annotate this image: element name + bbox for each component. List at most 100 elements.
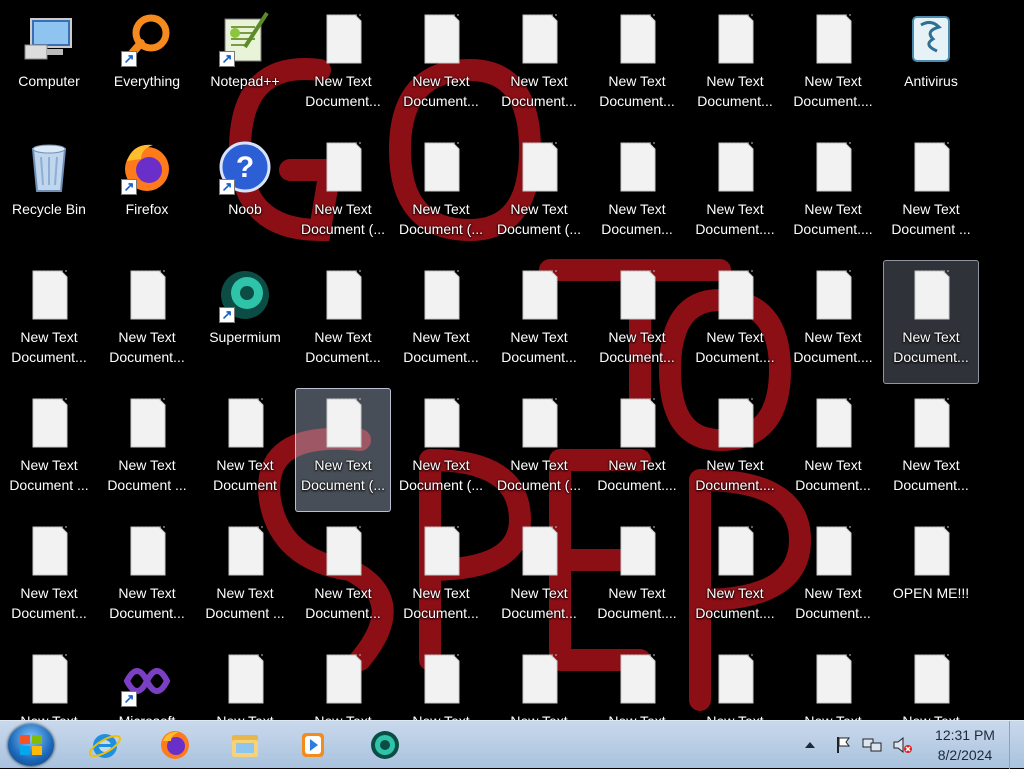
windows-logo-icon xyxy=(19,733,43,757)
desktop-icon-doc[interactable]: New Text Documen... xyxy=(589,132,685,256)
desktop-icon-doc[interactable]: New Text Document... xyxy=(883,260,979,384)
text-document-icon xyxy=(805,523,861,579)
desktop-icon-doc[interactable]: New Text Document... xyxy=(295,260,391,384)
desktop-icon-doc[interactable]: New Text Document (... xyxy=(295,388,391,512)
desktop-icon-doc[interactable]: New Text Document.... xyxy=(785,132,881,256)
desktop-icon-doc[interactable]: New Text Document... xyxy=(491,516,587,640)
desktop-icon-doc[interactable]: New Text Document (... xyxy=(393,388,489,512)
show-desktop-button[interactable] xyxy=(1009,721,1024,769)
desktop-icon-doc[interactable]: New Text Document... xyxy=(1,260,97,384)
desktop-icon-doc[interactable]: New Text Document... xyxy=(491,260,587,384)
text-document-icon xyxy=(805,651,861,707)
desktop-icon-doc[interactable]: New Text Document ... xyxy=(883,132,979,256)
desktop-icon-doc[interactable]: New Text xyxy=(197,644,293,720)
desktop-icon-label: New Text Document.... xyxy=(695,201,775,237)
desktop-icon-label: New Text Document ... xyxy=(9,457,89,493)
desktop-icon-doc[interactable]: New Text Document... xyxy=(491,4,587,128)
desktop-icon-doc[interactable]: New Text Document.... xyxy=(589,516,685,640)
text-document-icon xyxy=(511,267,567,323)
desktop-icon-doc[interactable]: New Text Document ... xyxy=(1,388,97,512)
text-document-icon xyxy=(119,523,175,579)
desktop-icon-doc[interactable]: New Text Document.... xyxy=(589,388,685,512)
desktop-icon-notepadpp[interactable]: ↗ Notepad++ xyxy=(197,4,293,128)
desktop-icon-doc[interactable]: New Text Document ... xyxy=(197,516,293,640)
desktop-icon-doc[interactable]: New Text xyxy=(1,644,97,720)
desktop-icon-label: Microsoft xyxy=(100,711,194,720)
notepad-plus-plus-icon: ↗ xyxy=(217,11,273,67)
desktop-icon-doc[interactable]: New Text xyxy=(785,644,881,720)
desktop-icon-vs[interactable]: ↗ Microsoft xyxy=(99,644,195,720)
desktop-icon-doc[interactable]: New Text Document... xyxy=(393,260,489,384)
desktop-icon-label: Antivirus xyxy=(904,73,958,89)
taskbar-media-player[interactable] xyxy=(286,725,340,765)
desktop-icon-doc[interactable]: New Text xyxy=(883,644,979,720)
desktop-icon-computer[interactable]: Computer xyxy=(1,4,97,128)
network-icon[interactable] xyxy=(860,721,886,769)
desktop-icon-doc[interactable]: New Text xyxy=(393,644,489,720)
desktop-icon-label: New Text Document... xyxy=(403,585,479,621)
system-clock[interactable]: 12:31 PM 8/2/2024 xyxy=(926,725,1004,765)
desktop[interactable]: Computer ↗ Everything ↗ Notepad++ New Text Do… xyxy=(0,0,1024,720)
desktop-icon-everything[interactable]: ↗ Everything xyxy=(99,4,195,128)
show-hidden-icons-arrow[interactable] xyxy=(802,721,818,769)
desktop-icon-doc[interactable]: New Text Document.... xyxy=(687,132,783,256)
desktop-icon-label: New Text Document... xyxy=(11,329,87,365)
text-document-icon xyxy=(413,139,469,195)
desktop-icon-doc[interactable]: New Text xyxy=(491,644,587,720)
taskbar-firefox[interactable] xyxy=(148,725,202,765)
desktop-icon-doc[interactable]: New Text Document... xyxy=(883,388,979,512)
volume-muted-icon[interactable] xyxy=(890,721,916,769)
desktop-icon-firefox[interactable]: ↗ Firefox xyxy=(99,132,195,256)
desktop-icon-doc[interactable]: New Text Document... xyxy=(99,516,195,640)
desktop-icon-supermium[interactable]: ↗ Supermium xyxy=(197,260,293,384)
desktop-icon-label: Supermium xyxy=(209,329,281,345)
desktop-icon-doc[interactable]: New Text Document.... xyxy=(785,260,881,384)
desktop-icon-label: New Text Document... xyxy=(893,457,969,493)
desktop-icon-doc[interactable]: New Text Document.... xyxy=(687,260,783,384)
desktop-icon-doc[interactable]: New Text Document.... xyxy=(687,516,783,640)
desktop-icon-doc[interactable]: New Text Document ... xyxy=(99,388,195,512)
desktop-icon-label: New Text Document.... xyxy=(695,585,775,621)
desktop-icon-doc[interactable]: New Text Document.... xyxy=(687,388,783,512)
desktop-icon-label: New Text Document ... xyxy=(107,457,187,493)
desktop-icon-doc[interactable]: New Text Document (... xyxy=(295,132,391,256)
desktop-icon-doc[interactable]: New Text Document... xyxy=(295,4,391,128)
desktop-icon-antivirus[interactable]: Antivirus xyxy=(883,4,979,128)
desktop-icon-doc[interactable]: New Text xyxy=(295,644,391,720)
desktop-icon-doc[interactable]: New Text Document... xyxy=(589,260,685,384)
desktop-icon-doc[interactable]: New Text Document... xyxy=(785,388,881,512)
start-button[interactable] xyxy=(8,724,54,766)
text-document-icon xyxy=(609,523,665,579)
desktop-icon-label: New Text Document (... xyxy=(496,457,582,493)
text-document-icon xyxy=(707,139,763,195)
desktop-icon-doc[interactable]: New Text Document... xyxy=(393,4,489,128)
desktop-icon-doc[interactable]: New Text Document... xyxy=(589,4,685,128)
desktop-icon-recycle[interactable]: Recycle Bin xyxy=(1,132,97,256)
desktop-icon-doc[interactable]: New Text Document... xyxy=(99,260,195,384)
taskbar-file-explorer[interactable] xyxy=(218,725,272,765)
desktop-icon-label: Recycle Bin xyxy=(12,201,86,217)
taskbar-supermium[interactable] xyxy=(358,725,412,765)
desktop-icon-doc[interactable]: New Text Document (... xyxy=(393,132,489,256)
desktop-icon-doc[interactable]: New Text Document (... xyxy=(491,132,587,256)
desktop-icon-label: New Text Document.... xyxy=(793,201,873,237)
desktop-icon-doc[interactable]: New Text Document... xyxy=(785,516,881,640)
text-document-icon xyxy=(315,395,371,451)
desktop-icon-doc[interactable]: New Text xyxy=(687,644,783,720)
desktop-icon-doc[interactable]: New Text Document xyxy=(197,388,293,512)
desktop-icon-doc[interactable]: New Text Document... xyxy=(295,516,391,640)
desktop-icon-label: Firefox xyxy=(125,201,169,217)
desktop-icon-doc[interactable]: New Text Document... xyxy=(393,516,489,640)
text-document-icon xyxy=(413,523,469,579)
desktop-icon-doc[interactable]: New Text xyxy=(589,644,685,720)
desktop-icon-doc[interactable]: New Text Document... xyxy=(687,4,783,128)
desktop-icon-doc[interactable]: New Text Document (... xyxy=(491,388,587,512)
desktop-icon-doc[interactable]: New Text Document... xyxy=(1,516,97,640)
desktop-icon-noob[interactable]: ? ↗ Noob xyxy=(197,132,293,256)
taskbar-internet-explorer[interactable] xyxy=(78,725,132,765)
desktop-icon-label: New Text Document ... xyxy=(205,585,285,621)
action-center-flag-icon[interactable] xyxy=(832,721,854,769)
desktop-icon-doc[interactable]: New Text Document.... xyxy=(785,4,881,128)
desktop-icon-doc[interactable]: OPEN ME!!! xyxy=(883,516,979,640)
desktop-icon-label: New Text Document... xyxy=(305,73,381,109)
